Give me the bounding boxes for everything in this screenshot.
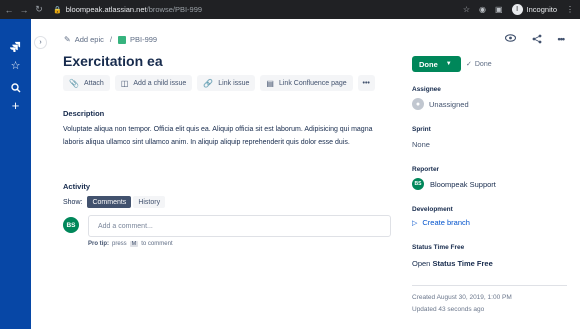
- jira-logo-icon[interactable]: [0, 39, 31, 57]
- star-icon[interactable]: ☆: [0, 59, 31, 72]
- activity-heading: Activity: [63, 182, 91, 191]
- breadcrumb-separator: /: [109, 35, 112, 44]
- issue-title[interactable]: Exercitation ea: [63, 53, 163, 69]
- divider: [412, 285, 567, 286]
- branch-icon: ▷: [412, 219, 418, 227]
- reporter-label: Reporter: [412, 166, 440, 173]
- chevron-down-icon: ▼: [445, 61, 452, 67]
- add-child-label: Add a child issue: [133, 79, 187, 87]
- pro-tip: Pro tip: press M to comment: [88, 241, 173, 247]
- extension-icon[interactable]: ◉: [479, 5, 486, 14]
- issue-toolbar: 📎 Attach ◫ Add a child issue 🔗 Link issue ▤…: [63, 75, 375, 91]
- create-branch-label: Create branch: [422, 218, 470, 227]
- paperclip-icon: 📎: [69, 78, 79, 88]
- hierarchy-icon: ◫: [120, 78, 129, 88]
- add-epic-link[interactable]: Add epic: [75, 35, 104, 44]
- description-text[interactable]: Voluptate aliqua non tempor. Officia eli…: [63, 123, 391, 149]
- pencil-icon: ✎: [64, 35, 71, 44]
- protip-label: Pro tip:: [88, 241, 109, 247]
- create-branch-link[interactable]: ▷ Create branch: [412, 218, 470, 227]
- show-label: Show:: [63, 198, 83, 206]
- back-icon[interactable]: ←: [3, 5, 15, 15]
- avatar: BS: [412, 178, 424, 190]
- incognito-label: Incognito: [526, 5, 557, 14]
- stf-link: Status Time Free: [432, 259, 493, 268]
- assignee-field[interactable]: ● Unassigned: [412, 98, 469, 110]
- browser-menu-icon[interactable]: ⋮: [566, 5, 574, 14]
- issue-key-link[interactable]: PBI-999: [130, 35, 157, 44]
- updated-timestamp: Updated 43 seconds ago: [412, 306, 485, 313]
- url-path: /browse/PBI-999: [146, 5, 203, 14]
- protip-suffix: to comment: [141, 241, 173, 247]
- assignee-value: Unassigned: [429, 99, 469, 109]
- global-sidebar: ☆ +: [0, 19, 31, 329]
- sprint-value[interactable]: None: [412, 140, 430, 149]
- more-actions-button[interactable]: •••: [357, 75, 375, 91]
- avatar: BS: [63, 217, 79, 233]
- sprint-label: Sprint: [412, 126, 431, 133]
- stf-open: Open: [412, 259, 431, 268]
- attach-label: Attach: [83, 79, 104, 87]
- development-label: Development: [412, 206, 453, 213]
- status-label: Done: [419, 59, 438, 69]
- reporter-value: Bloompeak Support: [430, 179, 496, 189]
- forward-icon[interactable]: →: [18, 5, 30, 15]
- protip-key: M: [129, 241, 139, 247]
- resolution: ✓ Done: [466, 60, 492, 68]
- link-issue-button[interactable]: 🔗 Link issue: [197, 75, 256, 91]
- status-time-free-field[interactable]: Open Status Time Free: [412, 259, 493, 268]
- share-icon[interactable]: [532, 34, 542, 46]
- address-bar[interactable]: 🔒 bloompeak.atlassian.net/browse/PBI-999: [53, 5, 202, 14]
- add-child-issue-button[interactable]: ◫ Add a child issue: [114, 75, 193, 91]
- protip-press: press: [112, 241, 127, 247]
- plus-icon[interactable]: +: [0, 99, 31, 112]
- assignee-label: Assignee: [412, 86, 441, 93]
- search-icon[interactable]: [0, 80, 31, 98]
- attach-button[interactable]: 📎 Attach: [63, 75, 110, 91]
- eye-icon[interactable]: [504, 34, 516, 46]
- status-dropdown[interactable]: Done ▼: [412, 56, 461, 72]
- comment-input[interactable]: Add a comment...: [88, 215, 391, 237]
- reload-icon[interactable]: ↻: [33, 4, 45, 15]
- lock-icon: 🔒: [53, 6, 62, 14]
- user-avatar-icon: ●: [412, 98, 424, 110]
- more-icon[interactable]: •••: [558, 34, 566, 46]
- tab-comments[interactable]: Comments: [87, 196, 132, 208]
- profile-avatar[interactable]: I: [511, 4, 523, 15]
- tab-history[interactable]: History: [133, 196, 166, 208]
- browser-toolbar: ← → ↻ 🔒 bloompeak.atlassian.net/browse/P…: [0, 0, 580, 19]
- bookmark-star-icon[interactable]: ☆: [463, 5, 470, 14]
- story-icon: [117, 35, 126, 44]
- link-issue-label: Link issue: [218, 79, 250, 87]
- confluence-icon: ▤: [266, 78, 274, 88]
- activity-filter: Show: Comments History: [63, 196, 166, 208]
- check-icon: ✓: [466, 61, 472, 68]
- cast-icon[interactable]: ▣: [495, 5, 503, 14]
- resolution-label: Done: [474, 61, 492, 68]
- issue-header-actions: •••: [504, 34, 566, 46]
- breadcrumb: ✎ Add epic / PBI-999: [64, 35, 157, 44]
- url-host: bloompeak.atlassian.net: [65, 5, 147, 14]
- reporter-field[interactable]: BS Bloompeak Support: [412, 178, 496, 190]
- description-heading: Description: [63, 109, 105, 118]
- collapse-sidebar-button[interactable]: ›: [34, 36, 47, 49]
- link-confluence-button[interactable]: ▤ Link Confluence page: [260, 75, 353, 91]
- status-time-free-label: Status Time Free: [412, 244, 465, 251]
- link-icon: 🔗: [203, 78, 214, 88]
- link-confluence-label: Link Confluence page: [278, 79, 347, 87]
- created-timestamp: Created August 30, 2019, 1:00 PM: [412, 294, 512, 301]
